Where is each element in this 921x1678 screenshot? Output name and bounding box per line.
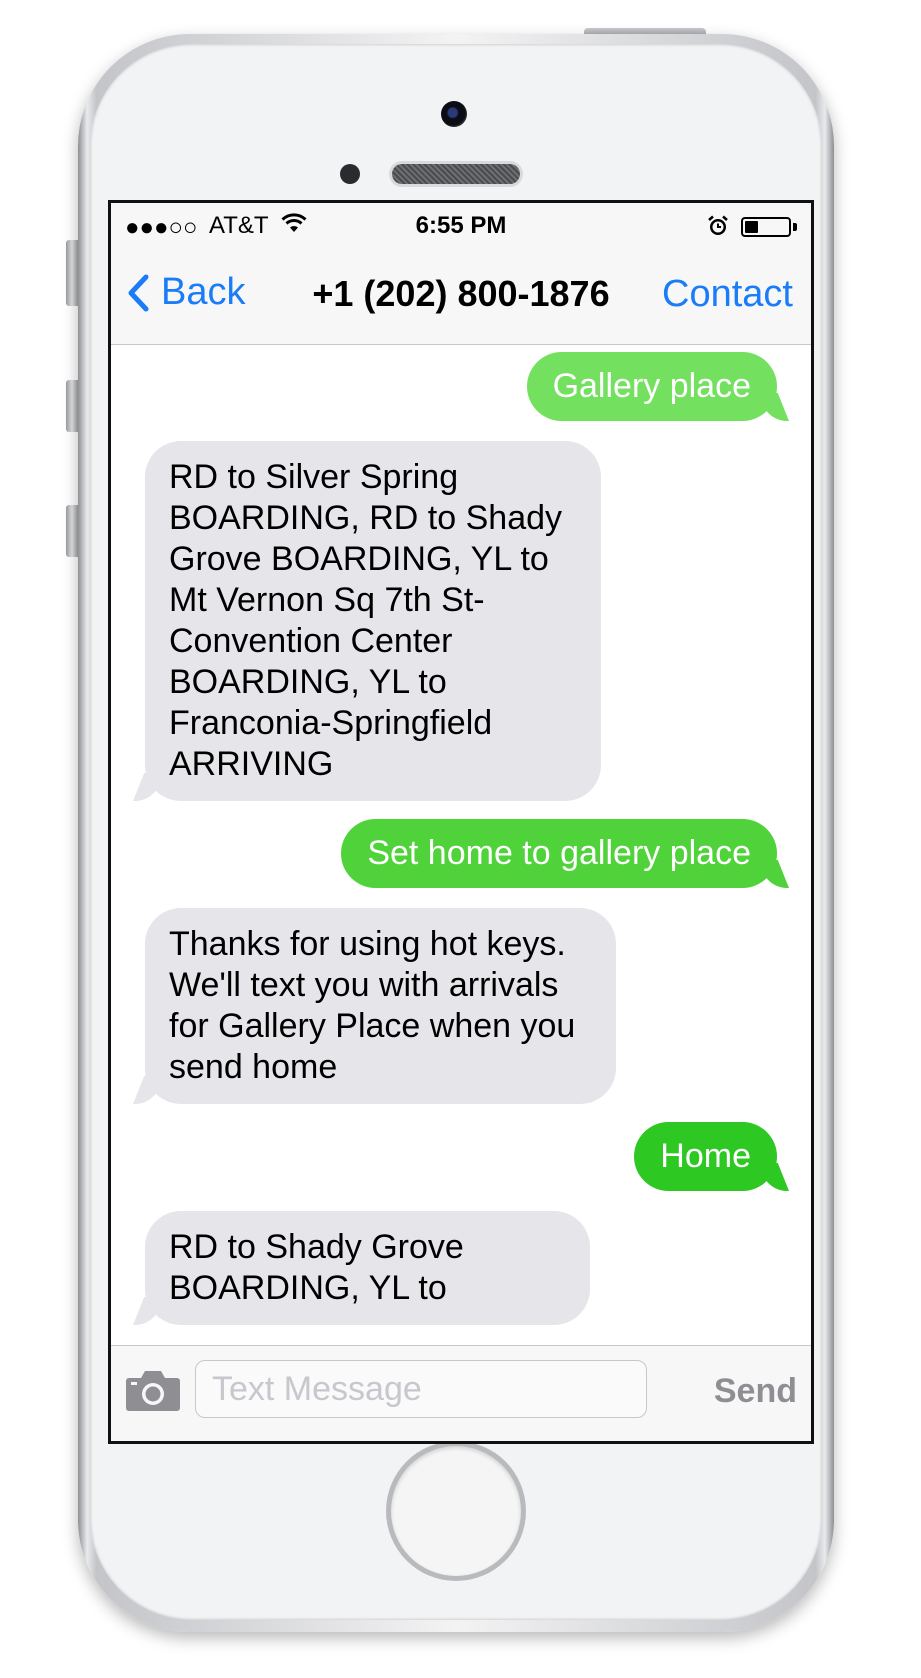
home-button[interactable] (391, 1446, 521, 1576)
contact-button[interactable]: Contact (662, 273, 793, 316)
front-camera (441, 101, 467, 127)
conversation-title: +1 (202) 800-1876 (312, 273, 610, 314)
send-button[interactable]: Send (714, 1372, 797, 1411)
message-line: for Gallery Place when you (169, 1007, 576, 1045)
status-bar: ●●●○○ AT&T 6:55 PM (111, 203, 811, 249)
message-line: RD to Silver Spring (169, 458, 459, 496)
nav-bar: Back +1 (202) 800-1876 Contact (111, 249, 811, 345)
proximity-sensor (340, 164, 360, 184)
mute-switch (66, 240, 78, 306)
message-line: Thanks for using hot keys. (169, 925, 566, 963)
battery-tip (793, 223, 797, 231)
message-text: Home (660, 1137, 751, 1175)
volume-down-button (66, 505, 78, 557)
alarm-clock-icon (707, 215, 729, 244)
sent-message[interactable]: Gallery place (526, 352, 777, 421)
sent-message[interactable]: Home (634, 1122, 777, 1191)
message-thread[interactable]: Gallery place RD to Silver Spring BOARDI… (111, 345, 811, 1345)
message-line: Grove BOARDING, YL to (169, 540, 549, 578)
message-line: BOARDING, RD to Shady (169, 499, 563, 537)
message-text: Gallery place (552, 367, 751, 405)
received-message[interactable]: RD to Shady Grove BOARDING, YL to (145, 1211, 590, 1325)
message-line: Mt Vernon Sq 7th St- (169, 581, 485, 619)
message-text: Set home to gallery place (367, 834, 751, 872)
earpiece-speaker (392, 164, 520, 184)
message-composer: Send (111, 1345, 811, 1441)
received-message[interactable]: Thanks for using hot keys. We'll text yo… (145, 908, 616, 1104)
volume-up-button (66, 380, 78, 432)
back-label: Back (161, 271, 246, 313)
message-line: ARRIVING (169, 745, 334, 783)
message-line: send home (169, 1048, 338, 1086)
message-input[interactable] (195, 1360, 647, 1418)
battery-icon (741, 217, 791, 237)
clock: 6:55 PM (415, 212, 507, 239)
camera-icon (126, 1371, 180, 1411)
message-line: Convention Center (169, 622, 453, 660)
message-line: BOARDING, YL to (169, 663, 447, 701)
sent-message[interactable]: Set home to gallery place (341, 819, 777, 888)
message-line: RD to Shady Grove (169, 1228, 464, 1266)
chevron-left-icon (128, 274, 149, 311)
received-message[interactable]: RD to Silver Spring BOARDING, RD to Shad… (145, 441, 601, 801)
message-line: Franconia-Springfield (169, 704, 493, 742)
phone-screen: ●●●○○ AT&T 6:55 PM Back +1 (202) 800-187… (108, 200, 814, 1444)
camera-button[interactable] (125, 1368, 181, 1412)
message-line: We'll text you with arrivals (169, 966, 559, 1004)
message-line: BOARDING, YL to (169, 1269, 447, 1307)
battery-fill (745, 221, 758, 233)
back-button[interactable]: Back (127, 271, 245, 314)
